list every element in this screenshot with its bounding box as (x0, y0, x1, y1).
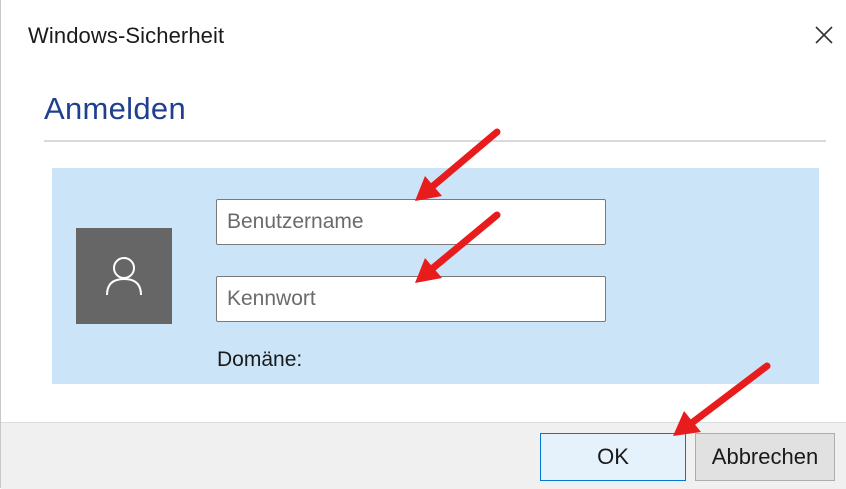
divider (44, 140, 826, 142)
credential-panel: Domäne: (52, 168, 819, 384)
cancel-button[interactable]: Abbrechen (695, 433, 835, 481)
user-icon (106, 257, 142, 296)
avatar (76, 228, 172, 324)
footer-bar: OK Abbrechen (1, 422, 846, 489)
password-input[interactable] (216, 276, 606, 322)
security-dialog: Windows-Sicherheit Anmelden Domäne: OK A… (0, 0, 846, 489)
title-bar: Windows-Sicherheit (1, 0, 846, 70)
domain-label: Domäne: (217, 348, 303, 371)
username-input[interactable] (216, 199, 606, 245)
ok-button[interactable]: OK (540, 433, 686, 481)
window-title: Windows-Sicherheit (28, 23, 225, 48)
sign-in-heading: Anmelden (44, 91, 186, 126)
close-icon (815, 26, 833, 44)
close-button[interactable] (809, 20, 839, 50)
